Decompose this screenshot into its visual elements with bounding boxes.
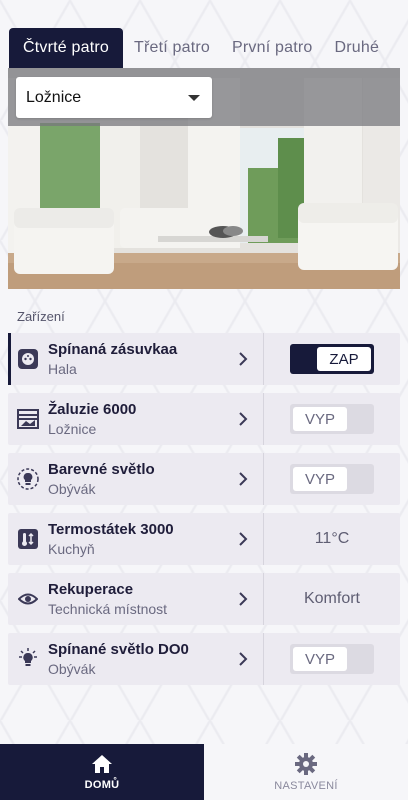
device-name: Barevné světlo [48,460,155,478]
nav-home-label: DOMŮ [84,778,120,791]
blinds-icon [8,393,48,445]
device-room: Obývák [48,660,96,677]
room-select[interactable]: Ložnice [16,77,212,118]
tab-treti-patro[interactable]: Třetí patro [123,28,221,68]
device-room: Ložnice [48,420,97,437]
chevron-right-icon[interactable] [222,513,264,565]
outlet-icon [8,333,48,385]
home-icon [92,754,112,773]
power-toggle[interactable]: VYP [290,644,374,674]
tab-ctvrte-patro[interactable]: Čtvrté patro [9,28,123,68]
thermostat-icon [8,513,48,565]
room-select-value: Ložnice [26,88,82,106]
temperature-value: 11°C [314,530,350,547]
bulb-icon [8,633,48,685]
tab-druhe-patro[interactable]: Druhé [323,28,390,68]
nav-home[interactable]: DOMŮ [0,744,204,800]
mode-value: Komfort [303,590,360,607]
device-row-rekuperace[interactable]: Rekuperace Technická místnost Komfort [8,573,400,625]
device-row-termostatek[interactable]: Termostátek 3000 Kuchyň 11°C [8,513,400,565]
nav-settings-label: NASTAVENÍ [274,779,338,792]
chevron-right-icon[interactable] [222,573,264,625]
device-row-spinane-svetlo[interactable]: Spínané světlo DO0 Obývák VYP [8,633,400,685]
section-label: Zařízení [17,309,65,324]
device-name: Spínaná zásuvkaa [48,340,178,358]
device-row-zaluzie[interactable]: Žaluzie 6000 Ložnice VYP [8,393,400,445]
bottom-nav: DOMŮ NASTAVENÍ [0,744,408,800]
toggle-state: VYP [293,407,347,431]
eye-icon [8,573,48,625]
color-bulb-icon [8,453,48,505]
chevron-right-icon[interactable] [222,393,264,445]
device-room: Hala [48,360,77,377]
floor-tabs: Čtvrté patro Třetí patro První patro Dru… [0,28,408,68]
chevron-right-icon[interactable] [222,333,264,385]
device-room: Obývák [48,480,96,497]
device-list: Spínaná zásuvkaa Hala ZAP Žaluzie 6000 L… [8,333,400,693]
power-toggle[interactable]: VYP [290,404,374,434]
device-row-spinana-zasuvka[interactable]: Spínaná zásuvkaa Hala ZAP [8,333,400,385]
power-toggle[interactable]: VYP [290,464,374,494]
device-row-barevne-svetlo[interactable]: Barevné světlo Obývák VYP [8,453,400,505]
tab-prvni-patro[interactable]: První patro [221,28,323,68]
power-toggle[interactable]: ZAP [290,344,374,374]
device-room: Kuchyň [48,540,95,557]
chevron-down-icon [188,94,200,101]
nav-settings[interactable]: NASTAVENÍ [204,744,408,800]
toggle-state: VYP [293,647,347,671]
device-room: Technická místnost [48,600,168,617]
toggle-state: VYP [293,467,347,491]
device-name: Žaluzie 6000 [48,400,137,418]
chevron-right-icon[interactable] [222,633,264,685]
toggle-state: ZAP [317,347,371,371]
device-name: Spínané světlo DO0 [48,640,189,658]
device-name: Termostátek 3000 [48,520,174,538]
gear-icon [295,752,317,775]
chevron-right-icon[interactable] [222,453,264,505]
device-name: Rekuperace [48,580,134,598]
